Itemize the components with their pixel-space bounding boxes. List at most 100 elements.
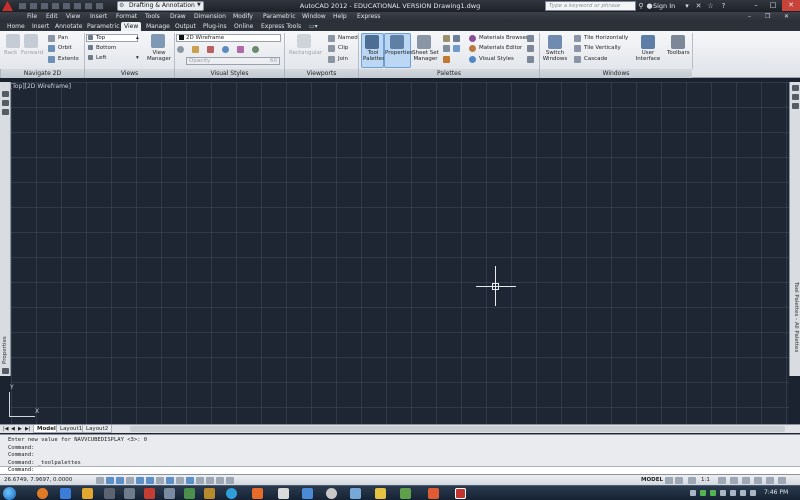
edge-style-icon[interactable]: [177, 46, 184, 53]
plot-icon[interactable]: [62, 2, 71, 10]
named-viewport-icon[interactable]: [328, 35, 335, 42]
viewport-controls[interactable]: [-][Top][2D Wireframe]: [3, 83, 71, 90]
next-layout-icon[interactable]: ▶: [18, 426, 22, 432]
clean-screen-icon[interactable]: [778, 477, 786, 484]
maximize-button[interactable]: □: [765, 0, 781, 11]
visual-styles-palette-button[interactable]: Visual Styles: [479, 56, 514, 62]
toolbars-button[interactable]: Toolbars: [667, 50, 690, 56]
lineweight-icon[interactable]: [196, 477, 204, 484]
transparency-icon[interactable]: [206, 477, 214, 484]
views-list[interactable]: [86, 34, 138, 42]
lighting-icon[interactable]: [192, 46, 199, 53]
extents-button[interactable]: Extents: [58, 56, 79, 62]
pan-hand-icon[interactable]: [48, 35, 55, 42]
chrome-icon[interactable]: [326, 488, 337, 499]
menu-edit[interactable]: Edit: [46, 12, 58, 22]
orbit-button[interactable]: Orbit: [58, 45, 72, 51]
3d-object-snap-icon[interactable]: [156, 477, 164, 484]
visual-styles-icon[interactable]: [469, 56, 476, 63]
quick-properties-icon[interactable]: [216, 477, 224, 484]
pan-button[interactable]: Pan: [58, 35, 68, 41]
view-left[interactable]: Left: [96, 55, 106, 61]
shadow-icon[interactable]: [237, 46, 244, 53]
cascade-icon[interactable]: [574, 56, 581, 63]
tab-manage[interactable]: Manage: [143, 22, 173, 31]
panel-title-visual-styles[interactable]: Visual Styles: [174, 69, 284, 78]
tab-output[interactable]: Output: [172, 22, 199, 31]
tray-icon[interactable]: [710, 490, 716, 496]
firefox-icon[interactable]: [37, 488, 48, 499]
restore-doc-button[interactable]: ❐: [765, 12, 770, 22]
autocad-running-icon[interactable]: [455, 488, 466, 499]
tab-parametric[interactable]: Parametric: [84, 22, 123, 31]
rectangular-viewport-button[interactable]: Rectangular: [289, 50, 322, 56]
exchange-icon[interactable]: ✕: [694, 1, 703, 11]
menu-modify[interactable]: Modify: [233, 12, 253, 22]
palette-menu-icon[interactable]: [792, 103, 799, 109]
saveas-icon[interactable]: [51, 2, 60, 10]
toolbars-icon[interactable]: [671, 35, 685, 49]
app-icon[interactable]: [104, 488, 115, 499]
star-icon[interactable]: ☆: [706, 1, 715, 11]
background-icon[interactable]: [252, 46, 259, 53]
model-space-toggle[interactable]: MODEL: [641, 477, 663, 483]
materials-browser-button[interactable]: Materials Browser: [479, 35, 528, 41]
zoom-extents-icon[interactable]: [48, 56, 55, 63]
start-button[interactable]: [3, 487, 16, 500]
system-clock[interactable]: 7:46 PM: [764, 489, 788, 496]
tab-home[interactable]: Home: [4, 22, 28, 31]
object-snap-tracking-icon[interactable]: [166, 477, 174, 484]
minimize-button[interactable]: –: [748, 0, 764, 11]
open-icon[interactable]: [29, 2, 38, 10]
clip-button[interactable]: Clip: [338, 45, 348, 51]
user-interface-icon[interactable]: [641, 35, 655, 49]
join-icon[interactable]: [328, 56, 335, 63]
back-arrow-icon[interactable]: [6, 34, 20, 48]
close-doc-button[interactable]: ✕: [784, 12, 789, 22]
qat-dropdown-icon[interactable]: [95, 2, 104, 10]
network-icon[interactable]: [730, 490, 736, 496]
command-input[interactable]: Command:: [0, 466, 800, 474]
workspace-select[interactable]: Drafting & Annotation: [117, 1, 204, 11]
skype-icon[interactable]: [226, 488, 237, 499]
ortho-mode-icon[interactable]: [126, 477, 134, 484]
dynamic-input-icon[interactable]: [186, 477, 194, 484]
autocad-taskbar-icon[interactable]: [144, 488, 155, 499]
tab-plugins[interactable]: Plug-ins: [200, 22, 230, 31]
scroll-up-icon[interactable]: ▴: [136, 35, 139, 41]
autocad-logo-icon[interactable]: [2, 1, 13, 11]
hardware-acceleration-icon[interactable]: [754, 477, 762, 484]
tab-view[interactable]: View: [121, 22, 142, 31]
sign-in-link[interactable]: Sign In: [653, 1, 675, 11]
tab-online[interactable]: Online: [231, 22, 256, 31]
search-icon[interactable]: ⚲: [637, 1, 645, 11]
redo-icon[interactable]: [84, 2, 93, 10]
switch-windows-button[interactable]: Switch Windows: [542, 50, 568, 62]
properties-palette-strip[interactable]: Properties: [0, 82, 11, 376]
tile-vertical-icon[interactable]: [574, 45, 581, 52]
app-icon[interactable]: [400, 488, 411, 499]
quick-view-layouts-icon[interactable]: [665, 477, 673, 484]
menu-window[interactable]: Window: [302, 12, 326, 22]
grid-display-icon[interactable]: [116, 477, 124, 484]
forward-arrow-icon[interactable]: [24, 34, 38, 48]
user-interface-button[interactable]: User Interface: [635, 50, 661, 62]
app-icon[interactable]: [252, 488, 263, 499]
panel-title-views[interactable]: Views: [84, 69, 174, 78]
prev-layout-icon[interactable]: ◀: [11, 426, 15, 432]
close-button[interactable]: ✕: [782, 0, 800, 11]
clip-icon[interactable]: [328, 45, 335, 52]
sun-icon[interactable]: [527, 56, 534, 63]
lights-icon[interactable]: [527, 45, 534, 52]
sheet-set-manager-button[interactable]: Sheet Set Manager: [412, 50, 439, 62]
tile-horizontally-button[interactable]: Tile Horizontally: [584, 35, 628, 41]
color-icon[interactable]: [207, 46, 214, 53]
undo-icon[interactable]: [73, 2, 82, 10]
palette-menu-icon[interactable]: [2, 109, 9, 115]
palette-pin-icon[interactable]: [2, 368, 9, 374]
workspace-switching-icon[interactable]: [730, 477, 738, 484]
view-manager-button[interactable]: View Manager: [146, 50, 172, 62]
app-icon[interactable]: [350, 488, 361, 499]
tile-horizontal-icon[interactable]: [574, 35, 581, 42]
ribbon-minimize-icon[interactable]: ▭▾: [306, 22, 321, 31]
